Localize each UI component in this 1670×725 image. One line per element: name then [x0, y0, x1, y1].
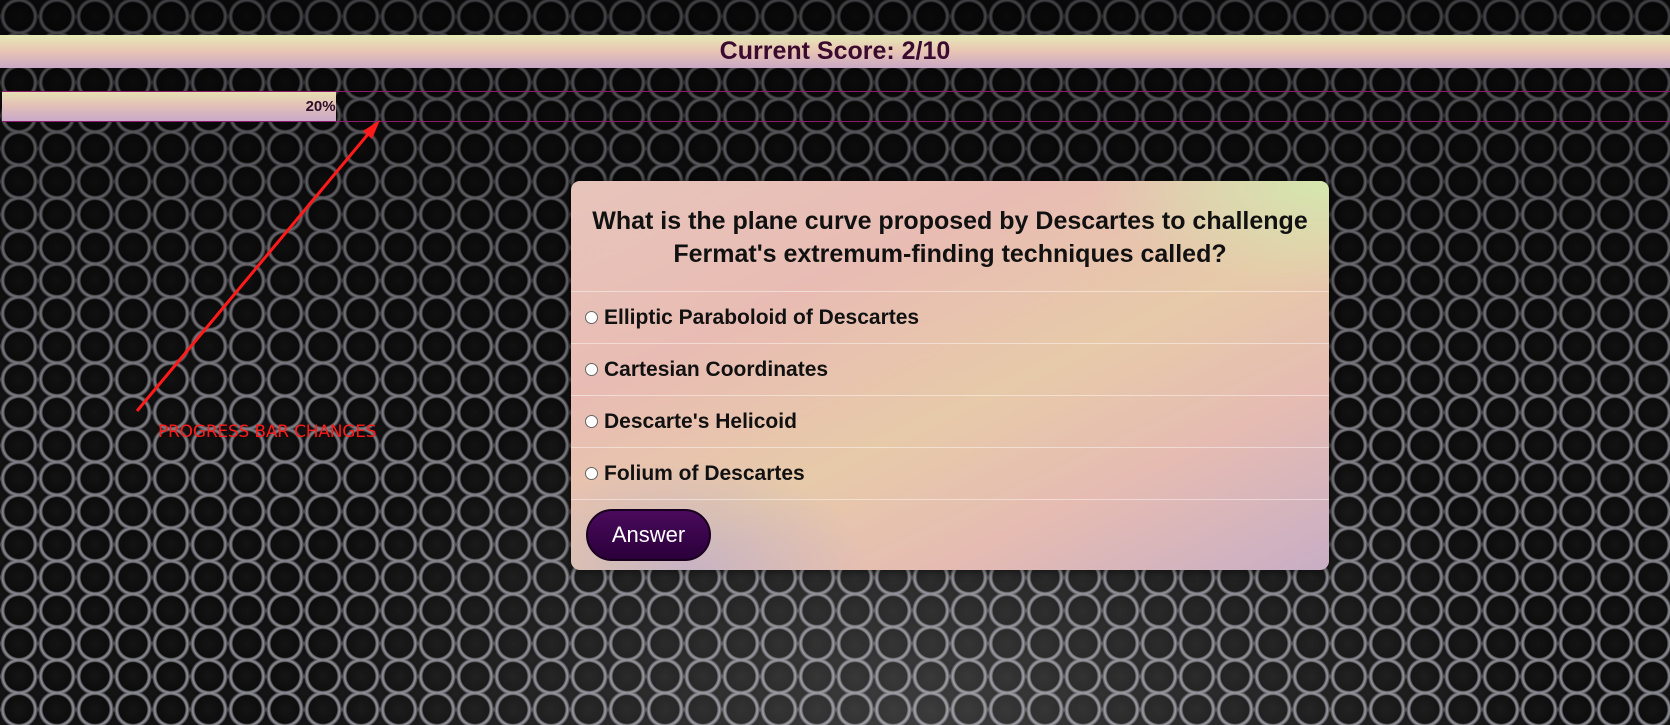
current-score: Current Score: 2/10	[719, 37, 951, 65]
annotation-label: PROGRESS BAR CHANGES	[158, 422, 377, 442]
option-folium-of-descartes[interactable]: Folium of Descartes	[571, 448, 1329, 500]
answer-button[interactable]: Answer	[586, 509, 711, 561]
radio-button[interactable]	[585, 467, 598, 480]
annotation-arrow-icon	[135, 120, 380, 412]
option-label: Cartesian Coordinates	[604, 357, 829, 381]
option-label: Elliptic Paraboloid of Descartes	[604, 305, 920, 329]
option-label: Folium of Descartes	[604, 461, 805, 485]
radio-button[interactable]	[585, 363, 598, 376]
option-descartes-helicoid[interactable]: Descarte's Helicoid	[571, 396, 1329, 448]
quiz-card: What is the plane curve proposed by Desc…	[571, 181, 1329, 570]
radio-button[interactable]	[585, 415, 598, 428]
progress-bar-fill: 20%	[2, 92, 336, 121]
option-label: Descarte's Helicoid	[604, 409, 797, 433]
option-cartesian-coordinates[interactable]: Cartesian Coordinates	[571, 344, 1329, 396]
progress-percent-label: 20%	[305, 98, 336, 115]
answer-options: Elliptic Paraboloid of Descartes Cartesi…	[571, 291, 1329, 500]
radio-button[interactable]	[585, 311, 598, 324]
option-elliptic-paraboloid[interactable]: Elliptic Paraboloid of Descartes	[571, 292, 1329, 344]
score-banner: Current Score: 2/10	[0, 35, 1670, 68]
question-text: What is the plane curve proposed by Desc…	[592, 207, 1308, 268]
